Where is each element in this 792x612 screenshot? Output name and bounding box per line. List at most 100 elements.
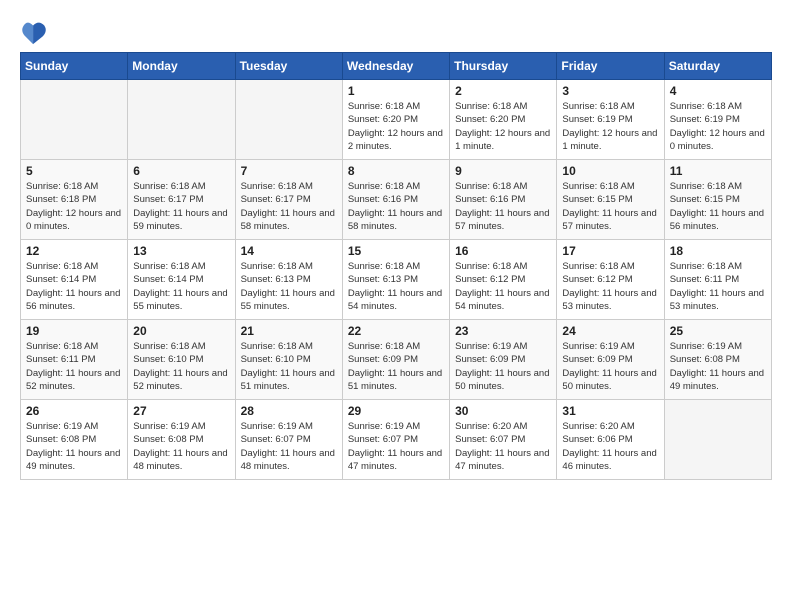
day-info: Sunrise: 6:19 AMSunset: 6:08 PMDaylight:… xyxy=(26,420,122,473)
day-info: Sunrise: 6:18 AMSunset: 6:17 PMDaylight:… xyxy=(241,180,337,233)
week-row-4: 19Sunrise: 6:18 AMSunset: 6:11 PMDayligh… xyxy=(21,320,772,400)
day-info: Sunrise: 6:19 AMSunset: 6:09 PMDaylight:… xyxy=(562,340,658,393)
calendar-cell: 9 Sunrise: 6:18 AMSunset: 6:16 PMDaylight… xyxy=(450,160,557,240)
day-info: Sunrise: 6:20 AMSunset: 6:07 PMDaylight:… xyxy=(455,420,551,473)
calendar-cell: 19Sunrise: 6:18 AMSunset: 6:11 PMDayligh… xyxy=(21,320,128,400)
day-info: Sunrise: 6:19 AMSunset: 6:07 PMDaylight:… xyxy=(241,420,337,473)
day-number: 1 xyxy=(348,84,444,98)
calendar-cell: 28 Sunrise: 6:19 AMSunset: 6:07 PMDayligh… xyxy=(235,400,342,480)
day-info: Sunrise: 6:18 AMSunset: 6:13 PMDaylight:… xyxy=(348,260,444,313)
calendar-cell: 14 Sunrise: 6:18 AMSunset: 6:13 PMDayligh… xyxy=(235,240,342,320)
day-info: Sunrise: 6:18 AMSunset: 6:16 PMDaylight:… xyxy=(455,180,551,233)
day-info: Sunrise: 6:18 AMSunset: 6:11 PMDaylight:… xyxy=(26,340,122,393)
calendar-cell: 12 Sunrise: 6:18 AMSunset: 6:14 PMDayligh… xyxy=(21,240,128,320)
day-number: 5 xyxy=(26,164,122,178)
calendar-cell: 13 Sunrise: 6:18 AMSunset: 6:14 PMDayligh… xyxy=(128,240,235,320)
day-info: Sunrise: 6:18 AMSunset: 6:20 PMDaylight:… xyxy=(455,100,551,153)
day-number: 26 xyxy=(26,404,122,418)
day-info: Sunrise: 6:18 AMSunset: 6:09 PMDaylight:… xyxy=(348,340,444,393)
calendar-cell: 27 Sunrise: 6:19 AMSunset: 6:08 PMDayligh… xyxy=(128,400,235,480)
calendar-cell: 30 Sunrise: 6:20 AMSunset: 6:07 PMDayligh… xyxy=(450,400,557,480)
calendar-cell: 31 Sunrise: 6:20 AMSunset: 6:06 PMDayligh… xyxy=(557,400,664,480)
day-number: 9 xyxy=(455,164,551,178)
day-number: 20 xyxy=(133,324,229,338)
calendar-cell: 17 Sunrise: 6:18 AMSunset: 6:12 PMDayligh… xyxy=(557,240,664,320)
weekday-sunday: Sunday xyxy=(21,53,128,80)
calendar-cell: 24 Sunrise: 6:19 AMSunset: 6:09 PMDayligh… xyxy=(557,320,664,400)
day-info: Sunrise: 6:19 AMSunset: 6:09 PMDaylight:… xyxy=(455,340,551,393)
day-number: 18 xyxy=(670,244,766,258)
day-number: 6 xyxy=(133,164,229,178)
day-number: 3 xyxy=(562,84,658,98)
day-info: Sunrise: 6:18 AMSunset: 6:12 PMDaylight:… xyxy=(562,260,658,313)
calendar-cell xyxy=(235,80,342,160)
calendar-cell: 2 Sunrise: 6:18 AMSunset: 6:20 PMDaylight… xyxy=(450,80,557,160)
calendar-cell: 25 Sunrise: 6:19 AMSunset: 6:08 PMDayligh… xyxy=(664,320,771,400)
day-info: Sunrise: 6:18 AMSunset: 6:16 PMDaylight:… xyxy=(348,180,444,233)
day-number: 23 xyxy=(455,324,551,338)
day-number: 17 xyxy=(562,244,658,258)
logo-icon xyxy=(20,18,48,46)
calendar-cell: 29 Sunrise: 6:19 AMSunset: 6:07 PMDayligh… xyxy=(342,400,449,480)
calendar-cell: 4 Sunrise: 6:18 AMSunset: 6:19 PMDaylight… xyxy=(664,80,771,160)
day-info: Sunrise: 6:18 AMSunset: 6:10 PMDaylight:… xyxy=(241,340,337,393)
calendar: SundayMondayTuesdayWednesdayThursdayFrid… xyxy=(20,52,772,480)
day-number: 25 xyxy=(670,324,766,338)
day-info: Sunrise: 6:18 AMSunset: 6:14 PMDaylight:… xyxy=(133,260,229,313)
calendar-cell: 8 Sunrise: 6:18 AMSunset: 6:16 PMDaylight… xyxy=(342,160,449,240)
calendar-cell: 3Sunrise: 6:18 AMSunset: 6:19 PMDaylight… xyxy=(557,80,664,160)
day-info: Sunrise: 6:18 AMSunset: 6:15 PMDaylight:… xyxy=(562,180,658,233)
calendar-cell: 7 Sunrise: 6:18 AMSunset: 6:17 PMDaylight… xyxy=(235,160,342,240)
day-number: 21 xyxy=(241,324,337,338)
day-number: 14 xyxy=(241,244,337,258)
day-info: Sunrise: 6:19 AMSunset: 6:08 PMDaylight:… xyxy=(670,340,766,393)
weekday-wednesday: Wednesday xyxy=(342,53,449,80)
calendar-cell: 18Sunrise: 6:18 AMSunset: 6:11 PMDayligh… xyxy=(664,240,771,320)
day-number: 13 xyxy=(133,244,229,258)
day-number: 2 xyxy=(455,84,551,98)
day-info: Sunrise: 6:18 AMSunset: 6:13 PMDaylight:… xyxy=(241,260,337,313)
day-number: 28 xyxy=(241,404,337,418)
week-row-2: 5 Sunrise: 6:18 AMSunset: 6:18 PMDaylight… xyxy=(21,160,772,240)
weekday-thursday: Thursday xyxy=(450,53,557,80)
calendar-cell: 15 Sunrise: 6:18 AMSunset: 6:13 PMDayligh… xyxy=(342,240,449,320)
day-number: 11 xyxy=(670,164,766,178)
day-number: 7 xyxy=(241,164,337,178)
day-number: 10 xyxy=(562,164,658,178)
day-info: Sunrise: 6:18 AMSunset: 6:17 PMDaylight:… xyxy=(133,180,229,233)
day-number: 31 xyxy=(562,404,658,418)
day-number: 24 xyxy=(562,324,658,338)
day-number: 8 xyxy=(348,164,444,178)
day-number: 30 xyxy=(455,404,551,418)
day-info: Sunrise: 6:20 AMSunset: 6:06 PMDaylight:… xyxy=(562,420,658,473)
day-info: Sunrise: 6:19 AMSunset: 6:07 PMDaylight:… xyxy=(348,420,444,473)
calendar-cell: 6 Sunrise: 6:18 AMSunset: 6:17 PMDaylight… xyxy=(128,160,235,240)
calendar-cell: 20 Sunrise: 6:18 AMSunset: 6:10 PMDayligh… xyxy=(128,320,235,400)
day-info: Sunrise: 6:18 AMSunset: 6:19 PMDaylight:… xyxy=(670,100,766,153)
day-info: Sunrise: 6:18 AMSunset: 6:10 PMDaylight:… xyxy=(133,340,229,393)
calendar-cell xyxy=(128,80,235,160)
day-info: Sunrise: 6:18 AMSunset: 6:14 PMDaylight:… xyxy=(26,260,122,313)
calendar-cell: 1 Sunrise: 6:18 AMSunset: 6:20 PMDaylight… xyxy=(342,80,449,160)
weekday-header-row: SundayMondayTuesdayWednesdayThursdayFrid… xyxy=(21,53,772,80)
day-info: Sunrise: 6:18 AMSunset: 6:18 PMDaylight:… xyxy=(26,180,122,233)
week-row-1: 1 Sunrise: 6:18 AMSunset: 6:20 PMDaylight… xyxy=(21,80,772,160)
day-number: 22 xyxy=(348,324,444,338)
day-info: Sunrise: 6:18 AMSunset: 6:20 PMDaylight:… xyxy=(348,100,444,153)
calendar-cell: 21 Sunrise: 6:18 AMSunset: 6:10 PMDayligh… xyxy=(235,320,342,400)
calendar-cell: 10 Sunrise: 6:18 AMSunset: 6:15 PMDayligh… xyxy=(557,160,664,240)
day-info: Sunrise: 6:19 AMSunset: 6:08 PMDaylight:… xyxy=(133,420,229,473)
day-number: 12 xyxy=(26,244,122,258)
week-row-3: 12 Sunrise: 6:18 AMSunset: 6:14 PMDayligh… xyxy=(21,240,772,320)
weekday-friday: Friday xyxy=(557,53,664,80)
day-info: Sunrise: 6:18 AMSunset: 6:12 PMDaylight:… xyxy=(455,260,551,313)
calendar-cell xyxy=(21,80,128,160)
day-number: 29 xyxy=(348,404,444,418)
day-number: 27 xyxy=(133,404,229,418)
calendar-cell: 26 Sunrise: 6:19 AMSunset: 6:08 PMDayligh… xyxy=(21,400,128,480)
day-number: 15 xyxy=(348,244,444,258)
day-number: 4 xyxy=(670,84,766,98)
calendar-cell: 5 Sunrise: 6:18 AMSunset: 6:18 PMDaylight… xyxy=(21,160,128,240)
weekday-monday: Monday xyxy=(128,53,235,80)
header xyxy=(20,18,772,46)
